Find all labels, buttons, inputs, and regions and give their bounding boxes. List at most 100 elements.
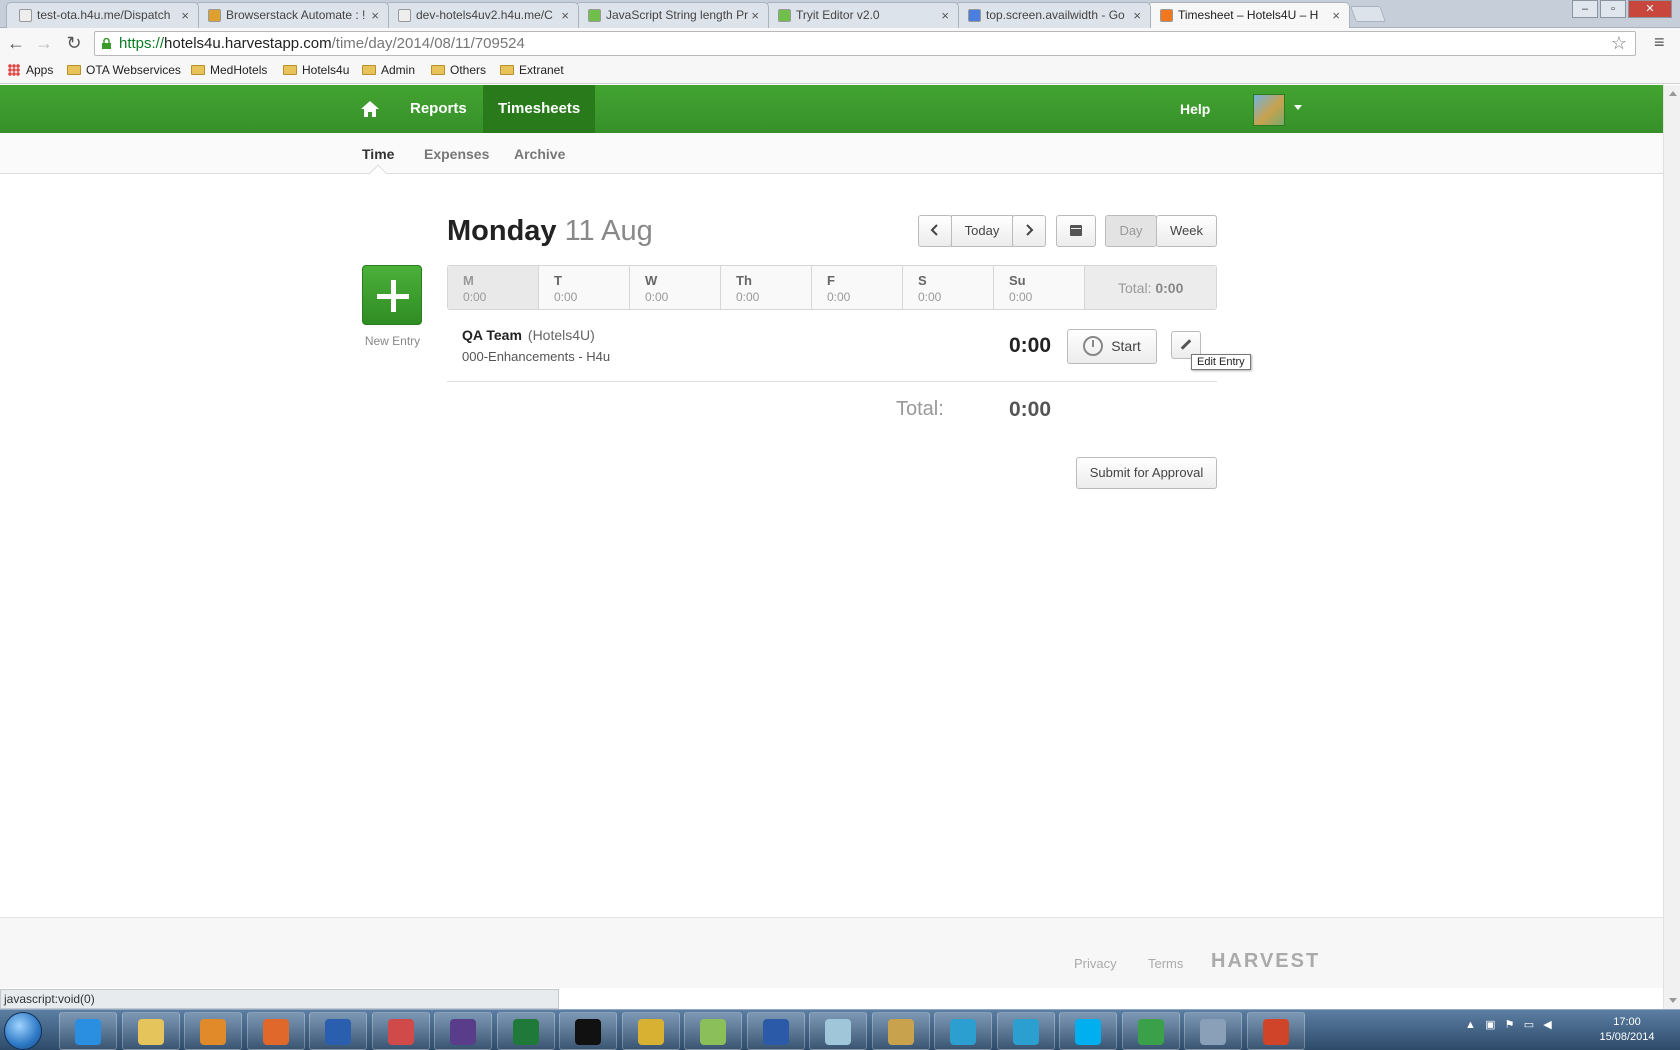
taskbar-app[interactable]	[684, 1012, 742, 1050]
day-view-button[interactable]: Day	[1105, 215, 1157, 247]
network-icon[interactable]: ▣	[1485, 1019, 1495, 1031]
browser-tab[interactable]: JavaScript String length Pr ×	[575, 2, 769, 28]
taskbar-app[interactable]	[1184, 1012, 1242, 1050]
forward-arrow-icon[interactable]: →	[32, 32, 56, 56]
system-clock[interactable]: 17:00 15/08/2014	[1592, 1015, 1662, 1045]
bookmark-star-icon[interactable]: ☆	[1611, 33, 1627, 54]
maximize-button[interactable]: ▫	[1600, 0, 1626, 18]
week-day-su[interactable]: Su 0:00	[994, 266, 1085, 309]
close-window-button[interactable]: ✕	[1628, 0, 1672, 18]
home-icon[interactable]	[360, 99, 380, 119]
taskbar-app[interactable]	[809, 1012, 867, 1050]
browser-tab[interactable]: test-ota.h4u.me/Dispatch ×	[6, 2, 199, 28]
volume-icon[interactable]: ◀	[1543, 1019, 1551, 1031]
today-button[interactable]: Today	[951, 215, 1013, 247]
taskbar-app[interactable]	[309, 1012, 367, 1050]
new-tab-button[interactable]	[1350, 6, 1386, 22]
close-tab-icon[interactable]: ×	[941, 8, 949, 23]
address-bar[interactable]: https://hotels4u.harvestapp.com/time/day…	[94, 31, 1636, 56]
close-tab-icon[interactable]: ×	[371, 8, 379, 23]
taskbar-app[interactable]	[747, 1012, 805, 1050]
bookmark-item[interactable]: OTA Webservices	[67, 63, 181, 77]
taskbar-app[interactable]	[497, 1012, 555, 1050]
week-view-button[interactable]: Week	[1156, 215, 1217, 247]
week-day-hours: 0:00	[1009, 290, 1033, 304]
taskbar-app[interactable]	[122, 1012, 180, 1050]
taskbar-app[interactable]	[1059, 1012, 1117, 1050]
subnav-time[interactable]: Time	[362, 146, 394, 162]
chevron-down-icon[interactable]	[1294, 105, 1302, 110]
new-entry-button[interactable]	[362, 265, 422, 325]
taskbar-app[interactable]	[247, 1012, 305, 1050]
close-tab-icon[interactable]: ×	[181, 8, 189, 23]
terms-link[interactable]: Terms	[1148, 956, 1183, 971]
next-day-button[interactable]	[1012, 215, 1046, 247]
help-link[interactable]: Help	[1180, 85, 1210, 133]
day-name: Monday	[447, 215, 557, 247]
taskbar-app[interactable]	[1247, 1012, 1305, 1050]
browser-tab[interactable]: Tryit Editor v2.0 ×	[765, 2, 959, 28]
scroll-down-icon[interactable]	[1669, 998, 1677, 1003]
taskbar-app[interactable]	[434, 1012, 492, 1050]
vertical-scrollbar[interactable]	[1663, 85, 1680, 1009]
browser-tab[interactable]: dev-hotels4uv2.h4u.me/C ×	[385, 2, 579, 28]
week-day-th[interactable]: Th 0:00	[721, 266, 812, 309]
display-icon[interactable]: ▭	[1524, 1019, 1534, 1031]
privacy-link[interactable]: Privacy	[1074, 956, 1117, 971]
taskbar-app[interactable]	[559, 1012, 617, 1050]
browser-tab[interactable]: Timesheet – Hotels4U – H ×	[1147, 2, 1350, 29]
minimize-button[interactable]: –	[1572, 0, 1598, 18]
calendar-button[interactable]	[1056, 215, 1096, 247]
bookmark-item[interactable]: MedHotels	[191, 63, 267, 77]
eclipse-icon	[450, 1019, 476, 1045]
taskbar-app[interactable]	[372, 1012, 430, 1050]
avatar[interactable]	[1253, 94, 1285, 126]
folder-icon	[67, 65, 81, 75]
submit-for-approval-button[interactable]: Submit for Approval	[1076, 457, 1217, 489]
week-day-w[interactable]: W 0:00	[630, 266, 721, 309]
start-button[interactable]	[4, 1012, 42, 1050]
week-day-label: F	[827, 273, 835, 288]
close-tab-icon[interactable]: ×	[1332, 8, 1340, 23]
week-day-s[interactable]: S 0:00	[903, 266, 994, 309]
flag-icon[interactable]: ⚑	[1505, 1019, 1515, 1031]
week-day-hours: 0:00	[918, 290, 942, 304]
week-total-value: 0:00	[1155, 280, 1184, 296]
start-timer-button[interactable]: Start	[1067, 329, 1157, 364]
close-tab-icon[interactable]: ×	[561, 8, 569, 23]
close-tab-icon[interactable]: ×	[1133, 8, 1141, 23]
taskbar-app[interactable]	[622, 1012, 680, 1050]
previous-day-button[interactable]	[918, 215, 952, 247]
back-arrow-icon[interactable]: ←	[4, 32, 28, 56]
bookmark-item[interactable]: Extranet	[500, 63, 564, 77]
bookmark-item[interactable]: Hotels4u	[283, 63, 349, 77]
bookmark-item[interactable]: Apps	[8, 63, 53, 77]
w3schools-icon	[778, 9, 791, 22]
reload-icon[interactable]: ↻	[62, 32, 86, 56]
taskbar-app[interactable]	[997, 1012, 1055, 1050]
browser-tab[interactable]: Browserstack Automate : ! ×	[195, 2, 389, 28]
subnav-archive[interactable]: Archive	[514, 146, 565, 162]
subnav-expenses[interactable]: Expenses	[424, 146, 489, 162]
tray-arrow-icon[interactable]: ▲	[1465, 1019, 1476, 1031]
week-day-m[interactable]: M 0:00	[448, 266, 539, 309]
close-tab-icon[interactable]: ×	[751, 8, 759, 23]
taskbar-app[interactable]	[934, 1012, 992, 1050]
taskbar-app[interactable]	[872, 1012, 930, 1050]
week-total: Total: 0:00	[1085, 266, 1216, 309]
snipping-tool-icon	[388, 1019, 414, 1045]
taskbar-app[interactable]	[1122, 1012, 1180, 1050]
bookmark-item[interactable]: Others	[431, 63, 486, 77]
harvest-logo[interactable]: HARVEST	[1211, 950, 1320, 973]
chrome-menu-icon[interactable]: ≡	[1654, 32, 1665, 53]
taskbar-app[interactable]	[59, 1012, 117, 1050]
bookmark-item[interactable]: Admin	[362, 63, 415, 77]
chevron-right-icon	[1026, 224, 1034, 236]
browser-tab[interactable]: top.screen.availwidth - Go ×	[955, 2, 1151, 28]
scroll-up-icon[interactable]	[1669, 91, 1677, 96]
week-day-t[interactable]: T 0:00	[539, 266, 630, 309]
nav-timesheets[interactable]: Timesheets	[483, 85, 596, 133]
week-day-f[interactable]: F 0:00	[812, 266, 903, 309]
nav-reports[interactable]: Reports	[396, 85, 481, 133]
taskbar-app[interactable]	[184, 1012, 242, 1050]
